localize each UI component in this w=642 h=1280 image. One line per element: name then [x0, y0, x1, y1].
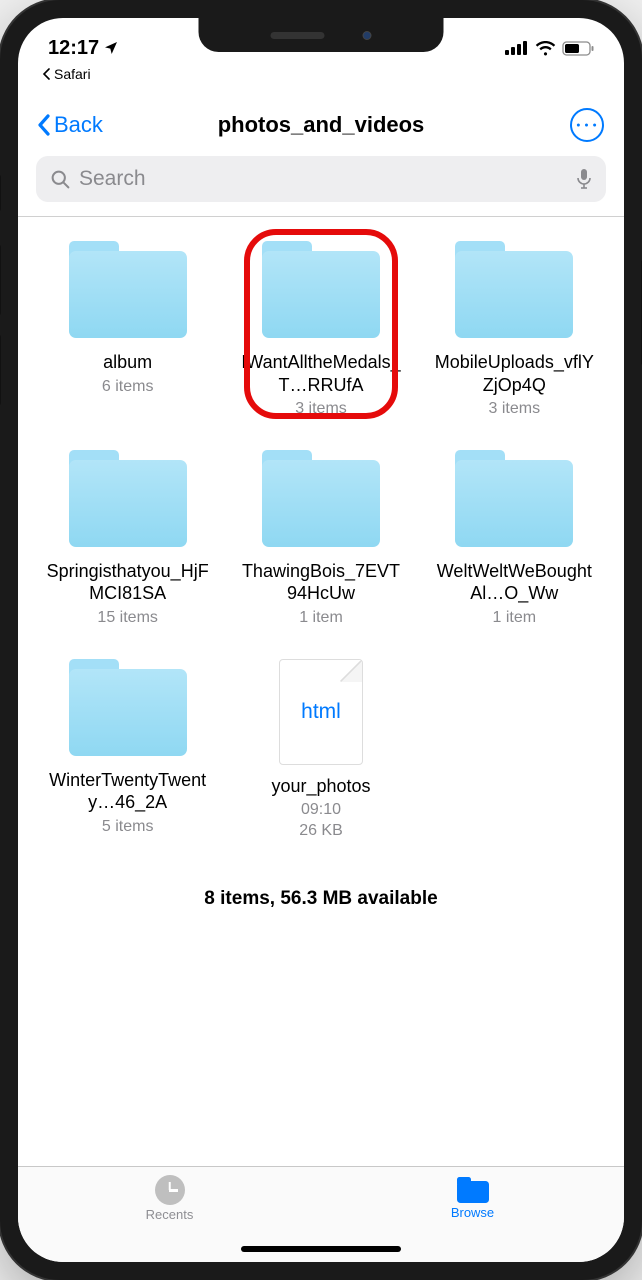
folder-item[interactable]: ThawingBois_7EVT94HcUw 1 item: [229, 450, 412, 629]
folder-icon: [449, 241, 579, 341]
more-button[interactable]: ● ● ●: [570, 108, 604, 142]
file-icon: html: [279, 659, 363, 765]
files-grid-scroll[interactable]: album 6 items IWantAlltheMedals_T…RRUfA 3 i…: [18, 217, 624, 1166]
breadcrumb-label: Safari: [54, 66, 91, 82]
search-icon: [50, 169, 71, 190]
folder-icon: [63, 241, 193, 341]
home-indicator[interactable]: [241, 1246, 401, 1252]
files-grid: album 6 items IWantAlltheMedals_T…RRUfA 3 i…: [36, 241, 606, 842]
mute-switch: [0, 175, 1, 211]
item-meta: 09:1026 KB: [299, 800, 343, 842]
device-frame: 12:17 Safari: [0, 0, 642, 1280]
storage-summary: 8 items, 56.3 MB available: [36, 882, 606, 922]
cellular-icon: [505, 41, 529, 55]
folder-icon: [63, 450, 193, 550]
chevron-left-icon: [42, 68, 52, 80]
item-meta: 6 items: [102, 377, 154, 398]
search-input[interactable]: [79, 167, 568, 191]
folder-item[interactable]: WeltWeltWeBoughtAl…O_Ww 1 item: [423, 450, 606, 629]
tab-label: Browse: [451, 1205, 494, 1220]
item-name: MobileUploads_vflYZjOp4Q: [429, 351, 599, 396]
item-meta: 3 items: [489, 399, 541, 420]
folder-icon: [256, 241, 386, 341]
folder-item[interactable]: WinterTwentyTwenty…46_2A 5 items: [36, 659, 219, 842]
ellipsis-icon: ● ● ●: [576, 122, 598, 129]
item-meta: 1 item: [299, 608, 343, 629]
item-name: Springisthatyou_HjFMCI81SA: [43, 560, 213, 605]
folder-icon: [256, 450, 386, 550]
volume-down-button: [0, 335, 1, 405]
item-name: ThawingBois_7EVT94HcUw: [236, 560, 406, 605]
item-meta: 15 items: [97, 608, 157, 629]
search-field[interactable]: [36, 156, 606, 202]
breadcrumb[interactable]: Safari: [42, 66, 91, 82]
content-area: Back photos_and_videos ● ● ●: [18, 96, 624, 1262]
item-meta: 5 items: [102, 817, 154, 838]
item-name: your_photos: [269, 775, 372, 798]
item-name: IWantAlltheMedals_T…RRUfA: [236, 351, 406, 396]
folder-item[interactable]: album 6 items: [36, 241, 219, 420]
folder-item[interactable]: IWantAlltheMedals_T…RRUfA 3 items: [229, 241, 412, 420]
folder-item[interactable]: MobileUploads_vflYZjOp4Q 3 items: [423, 241, 606, 420]
item-name: WeltWeltWeBoughtAl…O_Ww: [429, 560, 599, 605]
folder-icon: [449, 450, 579, 550]
item-name: WinterTwentyTwenty…46_2A: [43, 769, 213, 814]
page-title: photos_and_videos: [218, 112, 425, 138]
wifi-icon: [535, 41, 556, 56]
file-item[interactable]: html your_photos09:1026 KB: [229, 659, 412, 842]
front-camera: [363, 31, 372, 40]
chevron-left-icon: [36, 113, 52, 137]
clock-icon: [155, 1175, 185, 1205]
folder-item[interactable]: Springisthatyou_HjFMCI81SA 15 items: [36, 450, 219, 629]
back-label: Back: [54, 112, 103, 138]
item-meta: 1 item: [493, 608, 537, 629]
battery-icon: [562, 41, 594, 56]
tab-label: Recents: [146, 1207, 194, 1222]
location-icon: [103, 40, 119, 56]
folder-icon: [456, 1177, 490, 1203]
file-badge: html: [301, 700, 341, 724]
back-button[interactable]: Back: [36, 112, 103, 138]
status-time: 12:17: [48, 37, 99, 60]
screen: 12:17 Safari: [18, 18, 624, 1262]
notch: [199, 18, 444, 52]
folder-icon: [63, 659, 193, 759]
item-name: album: [101, 351, 154, 374]
speaker-grille: [271, 32, 325, 39]
microphone-icon[interactable]: [576, 168, 592, 190]
nav-bar: Back photos_and_videos ● ● ●: [18, 96, 624, 150]
search-container: [18, 150, 624, 217]
volume-up-button: [0, 245, 1, 315]
item-meta: 3 items: [295, 399, 347, 420]
